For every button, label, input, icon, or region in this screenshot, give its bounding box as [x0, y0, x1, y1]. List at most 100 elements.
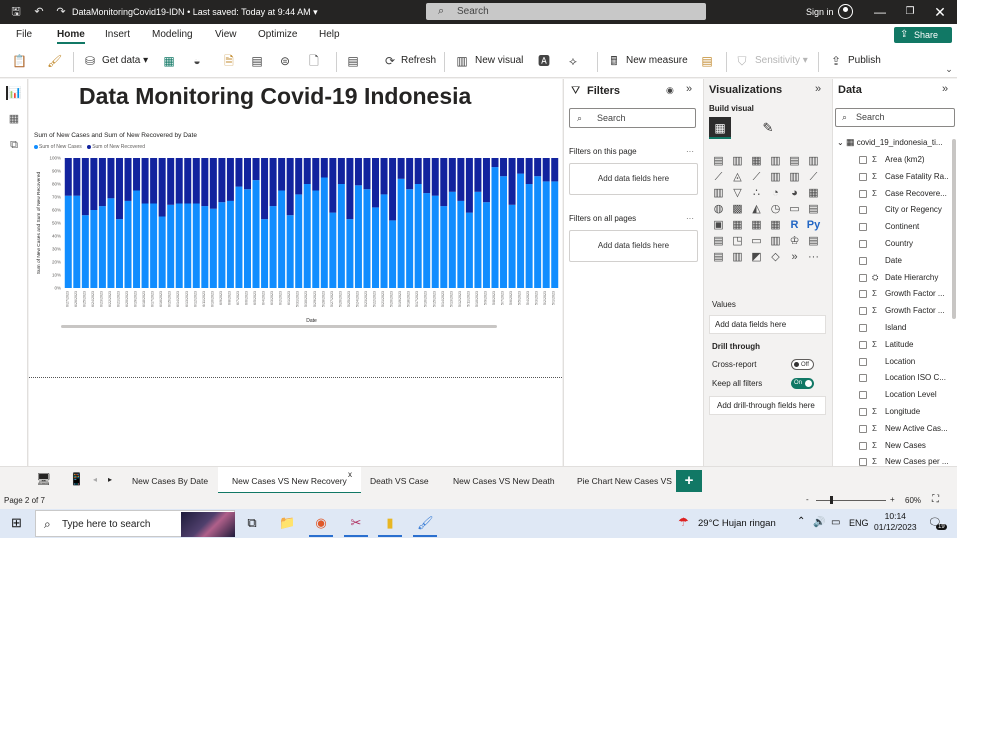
visual-type-icon[interactable]: ▥ — [785, 169, 804, 185]
visual-type-icon[interactable]: ▭ — [747, 233, 766, 249]
bar-new-recovered[interactable] — [431, 158, 439, 196]
bar-new-recovered[interactable] — [465, 158, 473, 213]
visual-type-icon[interactable]: ◷ — [766, 201, 785, 217]
table-view-icon[interactable]: ▦ — [6, 112, 22, 126]
title-search-box[interactable]: ⌕ Search — [426, 3, 706, 20]
speaker-icon[interactable]: 🔊 — [813, 517, 825, 528]
bar-new-cases[interactable] — [81, 215, 89, 288]
bar-new-recovered[interactable] — [175, 158, 183, 204]
zoom-in-button[interactable]: + — [890, 495, 895, 504]
bar-new-recovered[interactable] — [354, 158, 362, 186]
bar-new-cases[interactable] — [508, 204, 516, 288]
excel-icon[interactable]: ▦ — [162, 54, 176, 68]
page-tab[interactable]: New Cases By Date — [132, 476, 208, 486]
bar-new-cases[interactable] — [542, 181, 550, 288]
visual-type-icon[interactable]: ▥ — [804, 153, 823, 169]
model-view-icon[interactable]: ⧉ — [6, 139, 22, 153]
bar-new-cases[interactable] — [474, 191, 482, 288]
close-icon[interactable]: ✕ — [928, 2, 952, 22]
fit-to-page-icon[interactable]: ⛶ — [932, 494, 939, 505]
bar-new-recovered[interactable] — [303, 158, 311, 184]
power-bi-icon[interactable]: ▮ — [378, 515, 402, 537]
field-item[interactable]: Σ Latitude — [859, 340, 949, 354]
tab-home[interactable]: Home — [57, 29, 85, 44]
bar-new-recovered[interactable] — [209, 158, 217, 209]
field-item[interactable]: Country — [859, 239, 949, 253]
field-item[interactable]: Σ New Cases — [859, 441, 949, 455]
visual-type-icon[interactable]: ◳ — [728, 233, 747, 249]
publish-button[interactable]: Publish — [848, 55, 881, 66]
visual-type-icon[interactable]: » — [785, 249, 804, 265]
bar-new-recovered[interactable] — [158, 158, 166, 217]
more-options-icon[interactable]: ··· — [686, 214, 694, 223]
field-item[interactable]: Σ New Active Cas... — [859, 424, 949, 438]
bar-new-cases[interactable] — [98, 206, 106, 288]
undo-icon[interactable]: ↶ — [32, 4, 46, 20]
bar-new-cases[interactable] — [64, 195, 72, 288]
field-checkbox[interactable] — [859, 223, 867, 232]
bar-new-cases[interactable] — [295, 194, 303, 288]
bar-new-cases[interactable] — [372, 207, 380, 288]
bar-new-cases[interactable] — [320, 177, 328, 289]
snipping-tool-icon[interactable]: ✂ — [344, 515, 368, 537]
eye-icon[interactable]: ◉ — [666, 85, 674, 96]
bar-new-cases[interactable] — [252, 180, 260, 288]
visual-type-icon[interactable]: ⟋ — [709, 169, 728, 185]
bar-new-recovered[interactable] — [363, 158, 371, 190]
visual-type-icon[interactable]: ▤ — [785, 153, 804, 169]
transform-data-icon[interactable]: ▤ — [346, 54, 360, 68]
visual-type-icon[interactable]: ▥ — [728, 249, 747, 265]
bar-new-cases[interactable] — [534, 176, 542, 288]
bar-new-recovered[interactable] — [457, 158, 465, 201]
field-checkbox[interactable] — [859, 441, 867, 450]
visual-type-icon[interactable]: ▤ — [804, 201, 823, 217]
data-search-input[interactable]: ⌕ Search — [835, 108, 955, 127]
bar-new-recovered[interactable] — [500, 158, 508, 177]
bar-new-recovered[interactable] — [312, 158, 320, 191]
page-tab-active[interactable]: New Cases VS New Recovery — [218, 467, 361, 494]
bar-new-cases[interactable] — [389, 220, 397, 288]
bar-new-recovered[interactable] — [184, 158, 192, 204]
bar-new-recovered[interactable] — [115, 158, 123, 220]
page-tab[interactable]: Pie Chart New Cases VS Ne — [577, 476, 674, 486]
bar-new-cases[interactable] — [380, 194, 388, 288]
bar-new-recovered[interactable] — [534, 158, 542, 177]
bar-new-cases[interactable] — [457, 200, 465, 288]
bar-new-cases[interactable] — [261, 219, 269, 288]
bar-new-recovered[interactable] — [397, 158, 405, 179]
weather-icon[interactable]: ☂ — [678, 515, 689, 529]
bar-new-cases[interactable] — [346, 219, 354, 288]
collapse-visualizations-icon[interactable]: » — [815, 83, 821, 95]
data-pane-scrollbar[interactable] — [952, 139, 956, 319]
page-tab[interactable]: Death VS Case — [370, 476, 429, 486]
bar-new-cases[interactable] — [201, 206, 209, 288]
sign-in-link[interactable]: Sign in — [806, 7, 834, 17]
bar-new-recovered[interactable] — [252, 158, 260, 181]
visual-type-icon[interactable]: ⟋ — [804, 169, 823, 185]
bar-new-cases[interactable] — [133, 190, 141, 289]
field-checkbox[interactable] — [859, 324, 867, 332]
bar-new-cases[interactable] — [431, 195, 439, 288]
enter-data-icon[interactable]: ⊜ — [278, 54, 292, 68]
collapse-ribbon-icon[interactable]: ⌄ — [942, 62, 956, 76]
document-title[interactable]: DataMonitoringCovid19-IDN • Last saved: … — [72, 7, 318, 18]
bar-new-cases[interactable] — [218, 202, 226, 288]
field-checkbox[interactable] — [859, 391, 867, 400]
bar-new-recovered[interactable] — [320, 158, 328, 178]
bar-new-cases[interactable] — [124, 200, 132, 288]
bar-new-recovered[interactable] — [295, 158, 303, 195]
bar-new-cases[interactable] — [329, 212, 337, 288]
visual-type-icon[interactable]: ▥ — [766, 233, 785, 249]
more-visuals-icon[interactable]: ⟡ — [566, 54, 580, 68]
tab-help[interactable]: Help — [319, 29, 340, 40]
zoom-slider-track[interactable] — [816, 500, 886, 501]
chart-scrollbar[interactable] — [61, 325, 497, 328]
visual-type-icon[interactable]: ◍ — [709, 201, 728, 217]
field-item[interactable]: Σ Growth Factor ... — [859, 289, 949, 303]
more-options-icon[interactable]: ··· — [686, 147, 694, 156]
bar-new-cases[interactable] — [175, 203, 183, 289]
visual-type-icon[interactable]: ▥ — [728, 153, 747, 169]
field-item[interactable]: Location ISO C... — [859, 373, 949, 387]
visual-type-icon[interactable]: ▤ — [709, 233, 728, 249]
firefox-icon[interactable]: ◉ — [309, 515, 333, 537]
